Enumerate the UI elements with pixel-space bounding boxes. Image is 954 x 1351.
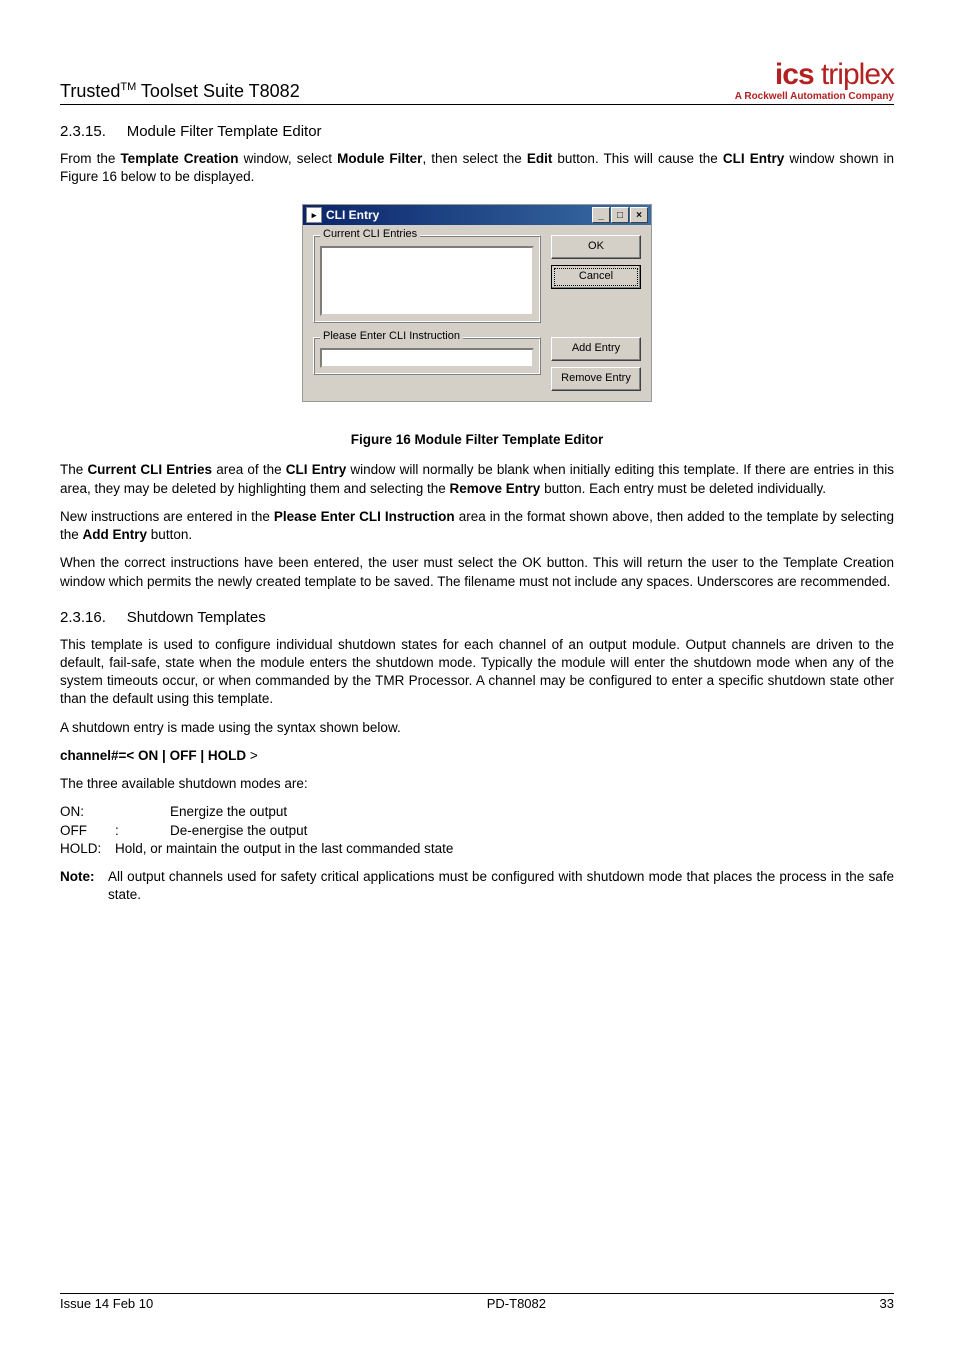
cli-instruction-input[interactable] (320, 348, 534, 368)
figure-cli-entry-dialog: ▸ CLI Entry _ □ × Current CLI Entries OK (60, 204, 894, 402)
maximize-button[interactable]: □ (611, 207, 629, 223)
shutdown-modes-list: ON: Energize the output OFF : De-energis… (60, 803, 894, 858)
cli-entry-dialog: ▸ CLI Entry _ □ × Current CLI Entries OK (302, 204, 652, 402)
syntax-line: channel#=< ON | OFF | HOLD > (60, 747, 894, 765)
brand-logo: ics triplex A Rockwell Automation Compan… (735, 60, 894, 102)
section-num: 2.3.15. (60, 123, 106, 140)
dialog-titlebar: ▸ CLI Entry _ □ × (303, 205, 651, 225)
paragraph: A shutdown entry is made using the synta… (60, 719, 894, 737)
add-entry-button[interactable]: Add Entry (551, 337, 641, 361)
close-button[interactable]: × (630, 207, 648, 223)
current-cli-entries-group: Current CLI Entries (313, 235, 541, 323)
paragraph: The Current CLI Entries area of the CLI … (60, 461, 894, 497)
section-heading-module-filter: 2.3.15. Module Filter Template Editor (60, 123, 894, 140)
section-title: Module Filter Template Editor (127, 123, 322, 140)
ok-button[interactable]: OK (551, 235, 641, 259)
section-heading-shutdown-templates: 2.3.16. Shutdown Templates (60, 609, 894, 626)
page-footer: Issue 14 Feb 10 PD-T8082 33 (60, 1293, 894, 1311)
cancel-button[interactable]: Cancel (551, 265, 641, 289)
mode-on-label: ON: (60, 803, 115, 821)
dialog-title: CLI Entry (326, 208, 379, 222)
remove-entry-button[interactable]: Remove Entry (551, 367, 641, 391)
mode-on-desc: Energize the output (170, 803, 287, 821)
figure-caption: Figure 16 Module Filter Template Editor (60, 432, 894, 447)
app-icon: ▸ (306, 207, 322, 223)
mode-off-desc: De-energise the output (170, 822, 307, 840)
paragraph: From the Template Creation window, selec… (60, 150, 894, 186)
footer-docid: PD-T8082 (487, 1296, 546, 1311)
logo-thin: triplex (814, 58, 894, 91)
mode-hold-label: HOLD: (60, 840, 115, 858)
note-body: All output channels used for safety crit… (108, 868, 894, 904)
group-label: Current CLI Entries (320, 228, 420, 240)
logo-bold: ics (775, 58, 814, 91)
group-label: Please Enter CLI Instruction (320, 330, 463, 342)
enter-cli-instruction-group: Please Enter CLI Instruction (313, 337, 541, 375)
section-title: Shutdown Templates (127, 609, 266, 626)
mode-off-colon: : (115, 822, 170, 840)
note: Note: All output channels used for safet… (60, 868, 894, 904)
doc-title-prefix: Trusted (60, 81, 120, 101)
doc-title-suffix: Toolset Suite T8082 (136, 81, 299, 101)
mode-off-label: OFF (60, 822, 115, 840)
logo-subtitle: A Rockwell Automation Company (735, 92, 894, 102)
cli-entries-listbox[interactable] (320, 246, 534, 316)
note-label: Note: (60, 868, 108, 904)
minimize-button[interactable]: _ (592, 207, 610, 223)
section-num: 2.3.16. (60, 609, 106, 626)
doc-title-tm: TM (120, 81, 136, 93)
mode-hold-desc: Hold, or maintain the output in the last… (115, 840, 453, 858)
doc-title: TrustedTM Toolset Suite T8082 (60, 81, 300, 102)
footer-issue: Issue 14 Feb 10 (60, 1296, 153, 1311)
paragraph: When the correct instructions have been … (60, 554, 894, 590)
paragraph: New instructions are entered in the Plea… (60, 508, 894, 544)
page-header: TrustedTM Toolset Suite T8082 ics triple… (60, 60, 894, 105)
paragraph: The three available shutdown modes are: (60, 775, 894, 793)
paragraph: This template is used to configure indiv… (60, 636, 894, 709)
footer-page-number: 33 (880, 1296, 894, 1311)
